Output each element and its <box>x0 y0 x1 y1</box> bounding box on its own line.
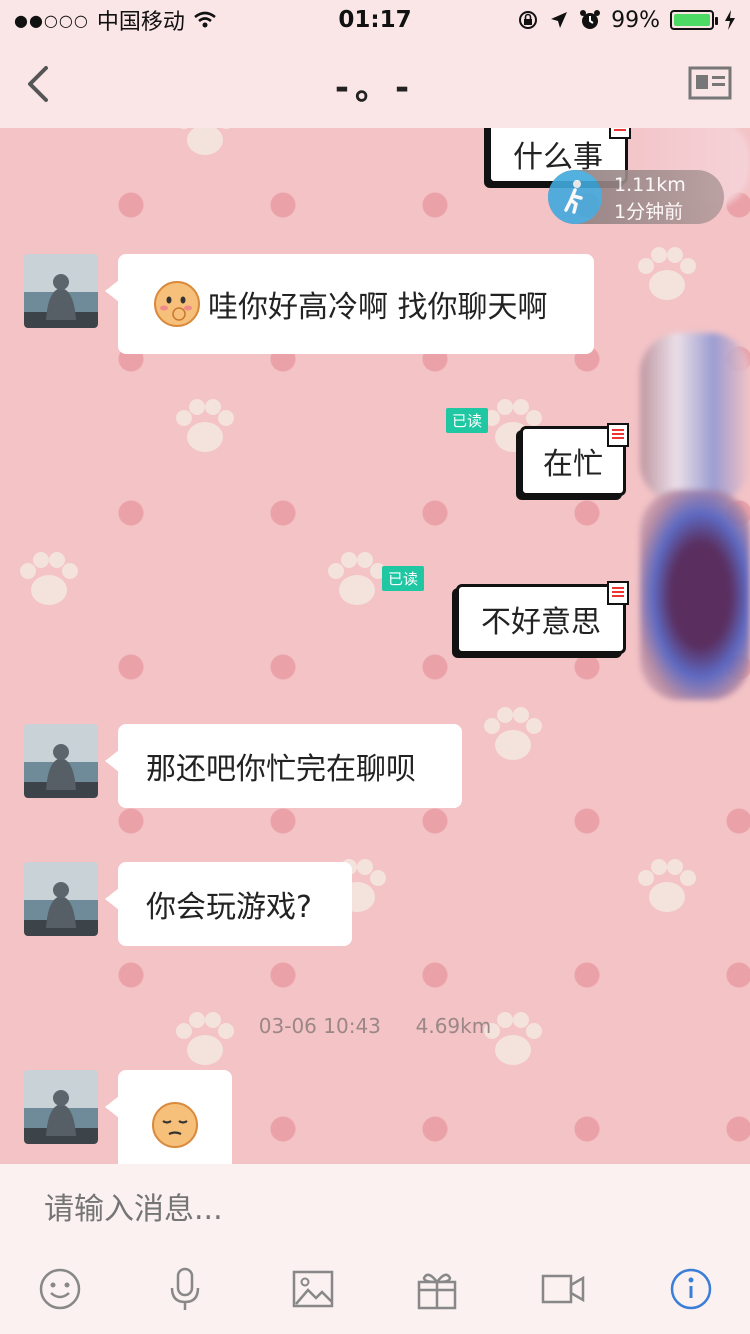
clock: 01:17 <box>338 7 412 33</box>
back-arrow-icon[interactable] <box>22 62 62 106</box>
message-text: 哇你好高冷啊 找你聊天啊 <box>208 290 548 325</box>
battery-percent: 99% <box>611 7 660 33</box>
rotation-lock-icon <box>519 11 538 29</box>
note-icon <box>607 423 629 447</box>
signal-strength: ●●○○○ <box>14 10 89 30</box>
message-input-bar <box>0 1164 750 1334</box>
blur-smudge <box>640 333 750 503</box>
avatar[interactable] <box>24 1070 98 1144</box>
walking-person-icon <box>548 170 602 224</box>
alarm-icon <box>580 10 601 29</box>
charging-bolt-icon <box>725 10 735 30</box>
gift-icon[interactable] <box>414 1266 460 1312</box>
avatar[interactable] <box>24 862 98 936</box>
incoming-message[interactable] <box>105 1070 232 1164</box>
page-title: -。- <box>334 67 416 108</box>
note-icon <box>609 128 631 139</box>
read-receipt-badge: 已读 <box>382 566 425 591</box>
note-icon <box>607 581 629 605</box>
distance-label: 4.69km <box>415 1014 492 1038</box>
message-text: 不好意思 <box>481 605 601 640</box>
time-ago-label: 1分钟前 <box>614 201 684 223</box>
status-bar: ●●○○○ 中国移动 01:17 99% <box>0 0 750 40</box>
wifi-icon <box>194 11 216 28</box>
shy-emoji-icon <box>154 281 200 327</box>
read-receipt-badge: 已读 <box>446 408 489 433</box>
avatar[interactable] <box>24 724 98 798</box>
incoming-message[interactable]: 哇你好高冷啊 找你聊天啊 <box>105 254 594 354</box>
location-arrow-icon <box>551 12 568 28</box>
image-icon[interactable] <box>290 1266 336 1312</box>
chat-message-list[interactable]: 什么事 1.11km 1分钟前 哇你好高冷啊 找你聊天啊 已读 在忙 已读 不好… <box>0 128 750 1164</box>
blur-smudge <box>640 490 750 700</box>
profile-card-icon[interactable] <box>688 66 732 100</box>
distance-label: 1.11km <box>614 174 686 196</box>
outgoing-message[interactable]: 不好意思 <box>456 581 629 654</box>
more-options-icon[interactable] <box>668 1266 714 1312</box>
timestamp: 03-06 10:43 <box>258 1014 381 1038</box>
message-text: 你会玩游戏? <box>146 890 312 925</box>
timestamp-row: 03-06 10:43 4.69km <box>0 1014 750 1038</box>
message-text: 在忙 <box>543 447 603 482</box>
incoming-message[interactable]: 你会玩游戏? <box>105 862 352 946</box>
battery-icon <box>670 10 718 30</box>
carrier-name: 中国移动 <box>96 10 185 35</box>
incoming-message[interactable]: 那还吧你忙完在聊呗 <box>105 724 462 808</box>
microphone-icon[interactable] <box>162 1266 208 1312</box>
video-camera-icon[interactable] <box>540 1266 586 1312</box>
sad-emoji-icon <box>152 1102 198 1148</box>
location-pill: 1.11km 1分钟前 <box>548 170 724 224</box>
avatar[interactable] <box>24 254 98 328</box>
message-input[interactable] <box>44 1192 704 1227</box>
emoji-icon[interactable] <box>37 1266 83 1312</box>
nav-bar: -。- <box>0 40 750 128</box>
outgoing-message[interactable]: 在忙 <box>520 423 629 496</box>
message-text: 那还吧你忙完在聊呗 <box>146 752 416 787</box>
